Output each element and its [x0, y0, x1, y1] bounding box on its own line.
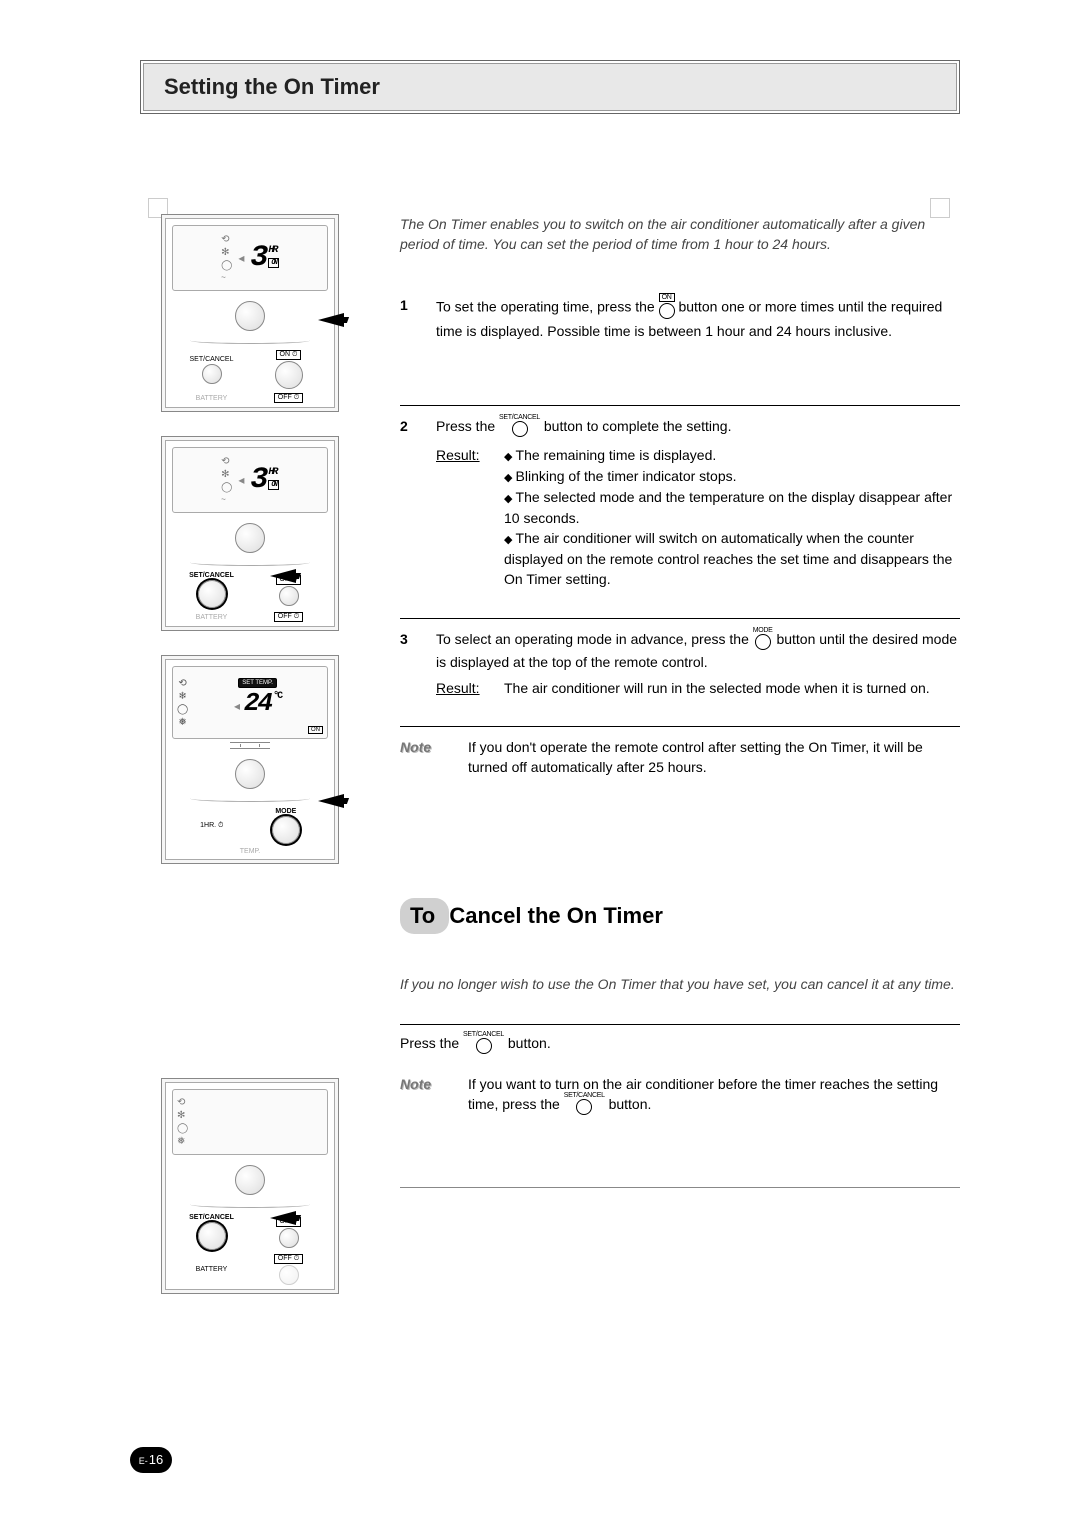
off-label: OFF ⏱ — [274, 393, 303, 403]
note-block: Note If you don't operate the remote con… — [400, 727, 960, 788]
title-frame: Setting the On Timer — [140, 60, 960, 114]
battery-label: BATTERY — [196, 395, 228, 402]
set-temp-label: SET TEMP. — [238, 678, 277, 688]
result-item: The selected mode and the temperature on… — [504, 487, 960, 528]
remote-figure-3: ⟲❄◯❅ SET TEMP. ◂ 24°C ON — [161, 655, 339, 864]
mode-icon: MODE — [753, 627, 773, 650]
on-label: ON ⏱ — [276, 350, 302, 360]
remote-figure-1: ⟲✻◯~ ◂ 3 HR ON SE — [161, 214, 339, 412]
content-area: ⟲✻◯~ ◂ 3 HR ON SE — [140, 214, 960, 1318]
set-cancel-icon: SET/CANCEL — [564, 1092, 605, 1115]
lcd-hours: 3 HR ON — [250, 241, 278, 275]
step-2: 2 Press the SET/CANCEL button to complet… — [400, 405, 960, 618]
result-item: The remaining time is displayed. — [504, 445, 960, 466]
set-cancel-icon: SET/CANCEL — [499, 414, 540, 437]
set-cancel-label: SET/CANCEL — [190, 356, 234, 363]
decorative-square — [930, 198, 950, 218]
on-timer-icon: ON — [659, 293, 675, 319]
callout-arrow-icon — [270, 569, 296, 583]
remote-lcd: ⟲✻◯~ ◂ 3 HR ON — [172, 225, 328, 291]
result-label: Result: — [436, 445, 490, 590]
result-item: The air conditioner will switch on autom… — [504, 528, 960, 590]
note-text: If you don't operate the remote control … — [468, 737, 960, 778]
temp-button-label: TEMP. — [240, 848, 261, 855]
intro-text: The On Timer enables you to switch on th… — [400, 214, 960, 255]
remote-figure-2: ⟲✻◯~ ◂ 3 HR ON SET/CANCEL — [161, 436, 339, 631]
step-3: 3 To select an operating mode in advance… — [400, 618, 960, 727]
manual-page: Setting the On Timer ⟲✻◯~ ◂ 3 — [0, 0, 1080, 1525]
page-title: Setting the On Timer — [143, 63, 957, 111]
result-label: Result: — [436, 678, 490, 698]
step-number: 2 — [400, 416, 418, 590]
set-cancel-button-icon — [198, 1222, 226, 1250]
mode-button-icon — [272, 816, 300, 844]
step-1: 1 To set the operating time, press the O… — [400, 285, 960, 369]
result-item: Blinking of the timer indicator stops. — [504, 466, 960, 487]
set-cancel-icon: SET/CANCEL — [463, 1031, 504, 1054]
page-number-badge: E-16 — [130, 1447, 172, 1473]
result-text: The air conditioner will run in the sele… — [504, 678, 930, 698]
cancel-instruction: Press the SET/CANCEL button. — [400, 1025, 960, 1064]
remote-figure-4: ⟲✻◯❅ SET/CANCEL ON ⏱ BATTERY OFF ⏱ — [161, 1078, 339, 1294]
note-label: Note — [400, 1074, 454, 1094]
remote-dial — [235, 301, 265, 331]
on-timer-button-icon — [275, 361, 303, 389]
result-list: The remaining time is displayed. Blinkin… — [504, 445, 960, 590]
callout-arrow-icon — [318, 794, 344, 808]
callout-arrow-icon — [318, 313, 344, 327]
set-cancel-button-icon — [198, 580, 226, 608]
cancel-title: To Cancel the On Timer — [400, 898, 960, 934]
one-hr-label: 1HR. ⏱ — [200, 822, 223, 830]
step-number: 3 — [400, 629, 418, 699]
swing-indicator-icon — [230, 742, 270, 749]
lcd-mode-icons: ⟲✻◯~ — [221, 234, 232, 282]
step-body: To set the operating time, press the ON … — [436, 295, 960, 341]
callout-arrow-icon — [270, 1211, 296, 1225]
set-cancel-button-icon — [202, 364, 222, 384]
step-number: 1 — [400, 295, 418, 341]
cancel-section: To Cancel the On Timer If you no longer … — [400, 898, 960, 1188]
cancel-intro: If you no longer wish to use the On Time… — [400, 974, 960, 994]
lcd-temperature: 24°C — [244, 688, 281, 718]
mode-label: MODE — [275, 808, 296, 815]
cancel-note-text: If you want to turn on the air condition… — [468, 1074, 960, 1117]
instructions-column: The On Timer enables you to switch on th… — [360, 214, 960, 1318]
note-label: Note — [400, 737, 454, 757]
cancel-note-block: Note If you want to turn on the air cond… — [400, 1064, 960, 1127]
figures-column: ⟲✻◯~ ◂ 3 HR ON SE — [140, 214, 360, 1318]
